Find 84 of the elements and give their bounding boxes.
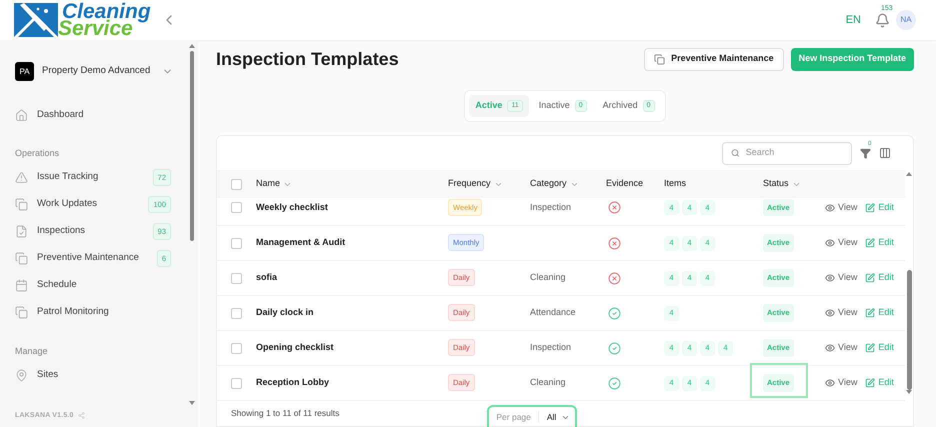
eye-icon [825, 273, 835, 283]
scrollbar-thumb[interactable] [906, 270, 912, 390]
documents-icon [15, 306, 28, 319]
category-text: Attendance [530, 307, 576, 318]
column-header[interactable]: Status [763, 177, 823, 191]
filter-icon [860, 148, 871, 158]
warning-icon [15, 171, 28, 184]
edit-icon [865, 238, 876, 248]
search-icon [731, 148, 740, 158]
page-title: Inspection Templates [216, 48, 399, 71]
template-name: Reception Lobby [256, 376, 330, 390]
document-check-icon [15, 225, 28, 238]
property-name: Property Demo Advanced [42, 64, 150, 78]
view-button[interactable]: View [825, 236, 858, 250]
columns-button[interactable] [879, 147, 891, 159]
column-header[interactable]: Frequency [448, 177, 530, 191]
documents-icon [15, 252, 28, 265]
scrollbar-thumb[interactable] [190, 51, 194, 241]
row-checkbox[interactable] [231, 308, 242, 318]
category-text: Cleaning [530, 377, 566, 388]
eye-icon [825, 378, 835, 388]
row-checkbox[interactable] [231, 378, 242, 388]
section-heading: Manage [15, 344, 49, 358]
category-text: Cleaning [530, 272, 566, 282]
scroll-down-arrow-icon[interactable] [906, 390, 912, 394]
column-header: Items [664, 177, 688, 190]
sidebar-item[interactable]: Dashboard [15, 107, 181, 123]
row-checkbox[interactable] [231, 202, 242, 213]
eye-icon [825, 202, 835, 212]
row-checkbox[interactable] [231, 342, 242, 354]
edit-icon [865, 343, 876, 353]
template-name: Opening checklist [256, 341, 335, 354]
bell-icon [875, 12, 890, 28]
template-name: sofia [256, 271, 278, 284]
share-icon [78, 412, 85, 420]
scroll-up-arrow-icon[interactable] [189, 44, 195, 48]
select-all-checkbox[interactable] [231, 178, 242, 190]
eye-icon [825, 308, 835, 318]
category-text: Inspection [530, 342, 572, 352]
results-summary: Showing 1 to 11 of 11 results [231, 406, 340, 420]
sidebar-item[interactable]: Patrol Monitoring [15, 304, 181, 320]
per-page-select[interactable]: Per page All [487, 405, 578, 427]
scroll-up-arrow-icon[interactable] [906, 172, 912, 176]
per-page-value: All [546, 410, 556, 424]
preventive-maintenance-button[interactable]: Preventive Maintenance [644, 48, 784, 70]
view-button[interactable]: View [825, 271, 858, 285]
template-name: Daily clock in [256, 306, 315, 320]
location-pin-icon [15, 368, 28, 382]
calendar-icon [15, 279, 28, 292]
search-input[interactable]: Search [746, 146, 843, 160]
search-field[interactable]: Search [722, 142, 852, 164]
logo-subtitle: Service [58, 20, 133, 37]
home-icon [15, 108, 28, 122]
view-button[interactable]: View [825, 376, 858, 390]
view-button[interactable]: View [825, 306, 858, 320]
template-name: Management & Audit [256, 236, 346, 250]
row-checkbox[interactable] [231, 238, 242, 248]
documents-icon [15, 198, 28, 211]
eye-icon [825, 238, 835, 248]
column-header[interactable]: Category [530, 177, 606, 191]
edit-icon [865, 308, 876, 318]
view-button[interactable]: View [825, 341, 858, 355]
language-button[interactable]: EN [846, 12, 861, 28]
property-initials: PA [15, 62, 34, 81]
per-page-label: Per page [489, 410, 539, 424]
sidebar-item[interactable]: Sites [15, 367, 181, 383]
category-text: Inspection [530, 202, 572, 212]
documents-icon [654, 54, 666, 64]
edit-icon [865, 273, 876, 283]
columns-icon [879, 147, 891, 159]
user-avatar[interactable]: NA [896, 10, 916, 30]
column-header[interactable]: Name [256, 177, 448, 191]
template-name: Weekly checklist [256, 200, 329, 214]
view-button[interactable]: View [825, 200, 858, 214]
column-header: Evidence [606, 177, 644, 190]
sidebar-item[interactable]: Schedule [15, 278, 181, 294]
section-heading: Operations [15, 147, 60, 160]
eye-icon [825, 343, 835, 353]
property-selector[interactable]: PA Property Demo Advanced [15, 62, 181, 81]
logo-title: Cleaning [62, 3, 151, 20]
row-checkbox[interactable] [231, 272, 242, 284]
scroll-down-arrow-icon[interactable] [189, 401, 195, 405]
edit-icon [865, 202, 876, 212]
edit-icon [865, 378, 876, 388]
